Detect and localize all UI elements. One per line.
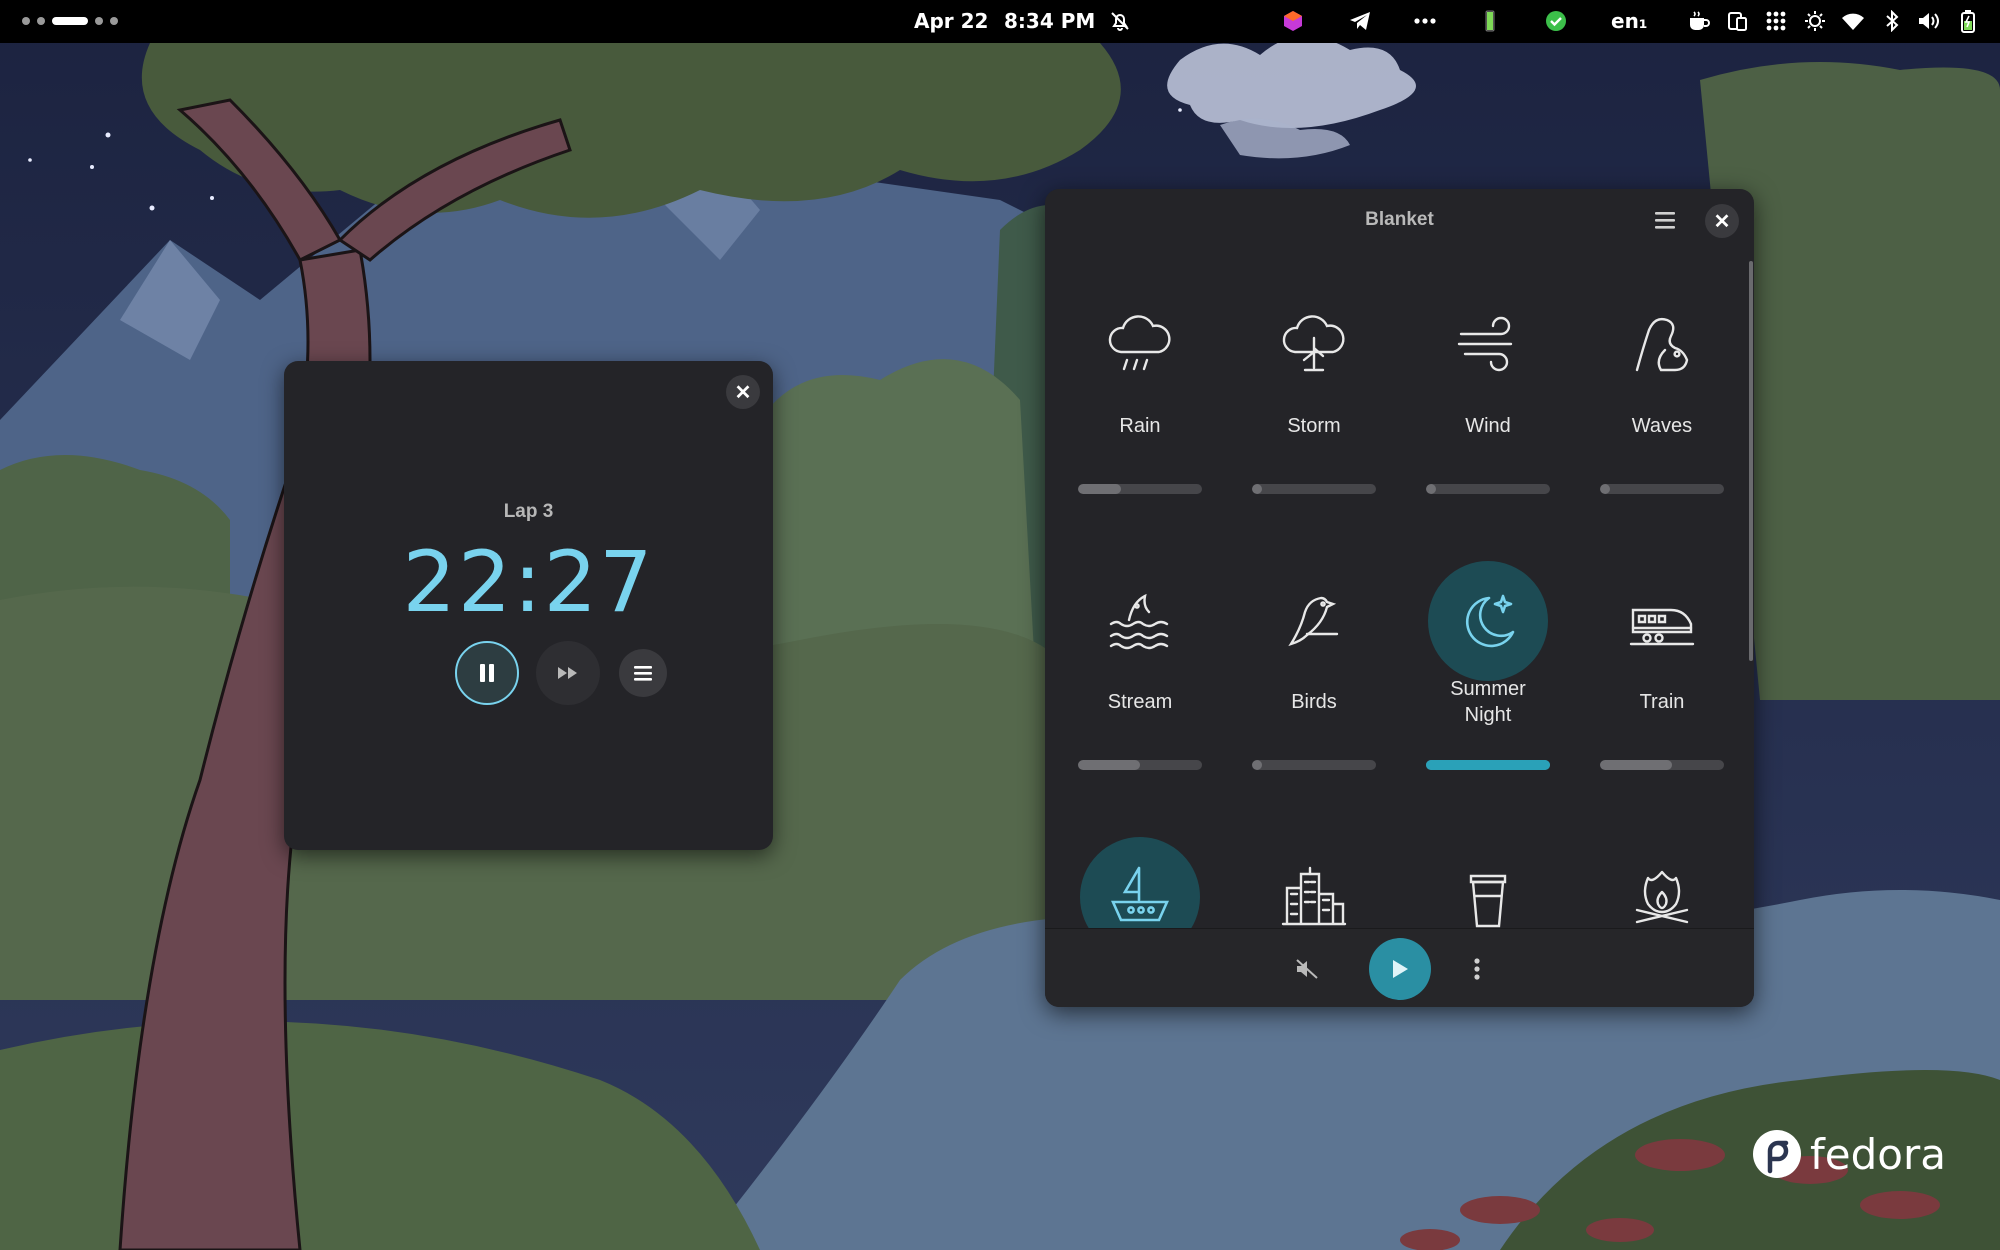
sound-label: Rain xyxy=(1119,415,1161,437)
bluetooth-icon[interactable] xyxy=(1879,8,1905,34)
workspace-dot[interactable] xyxy=(95,17,103,25)
app-grid-icon[interactable] xyxy=(1763,8,1789,34)
check-status-icon[interactable] xyxy=(1543,8,1569,34)
sound-label: Stream xyxy=(1107,691,1173,713)
summer-night-icon[interactable] xyxy=(1428,561,1548,681)
keyboard-layout-label[interactable]: en₁ xyxy=(1611,9,1648,33)
sound-grid: Rain Storm Wind Waves Stream Birds Summe… xyxy=(1045,189,1754,929)
birds-icon[interactable] xyxy=(1254,561,1374,681)
close-icon: ✕ xyxy=(734,381,752,404)
sound-label: Summer Night xyxy=(1450,678,1526,726)
storm-icon[interactable] xyxy=(1254,285,1374,405)
sound-label: Wind xyxy=(1465,415,1511,437)
skip-button[interactable] xyxy=(536,641,600,705)
window-title: Blanket xyxy=(1365,209,1434,230)
volume-muted-icon xyxy=(1296,959,1318,979)
sound-label: Birds xyxy=(1291,691,1337,713)
coffee-shop-icon[interactable] xyxy=(1428,837,1548,929)
pause-icon xyxy=(480,664,494,682)
workspace-dot-active[interactable] xyxy=(52,17,88,25)
fedora-logo: fedora xyxy=(1752,1129,1946,1179)
hamburger-menu-icon xyxy=(634,666,652,681)
waves-icon[interactable] xyxy=(1602,285,1722,405)
caffeine-icon[interactable] xyxy=(1686,8,1712,34)
wifi-icon[interactable] xyxy=(1840,8,1866,34)
mute-button[interactable] xyxy=(1285,947,1329,991)
timer-menu-button[interactable] xyxy=(619,649,667,697)
top-bar: Apr 22 8:34 PM en₁ xyxy=(0,0,2000,43)
city-icon[interactable] xyxy=(1254,837,1374,929)
vertical-dots-icon xyxy=(1474,958,1480,980)
sound-label: Storm xyxy=(1287,415,1341,437)
fedora-icon xyxy=(1753,1130,1801,1178)
scrollbar[interactable] xyxy=(1749,261,1753,661)
date-label[interactable]: Apr 22 xyxy=(914,9,988,33)
main-menu-button[interactable] xyxy=(1653,209,1677,233)
sound-label: Train xyxy=(1639,691,1685,713)
stream-icon[interactable] xyxy=(1080,561,1200,681)
lap-label: Lap 3 xyxy=(503,501,554,522)
volume-slider[interactable] xyxy=(1078,484,1202,494)
workspace-dot[interactable] xyxy=(22,17,30,25)
bottom-toolbar xyxy=(1045,928,1754,1007)
battery-indicator-icon[interactable] xyxy=(1477,8,1503,34)
workspace-dot[interactable] xyxy=(110,17,118,25)
sound-label: Waves xyxy=(1631,415,1693,437)
boat-icon[interactable] xyxy=(1080,837,1200,929)
brightness-icon[interactable] xyxy=(1802,8,1828,34)
pause-button[interactable] xyxy=(455,641,519,705)
volume-slider[interactable] xyxy=(1600,760,1724,770)
phone-connect-icon[interactable] xyxy=(1725,8,1751,34)
time-display: 22:27 xyxy=(402,533,655,631)
play-button[interactable] xyxy=(1369,938,1431,1000)
notifications-off-icon[interactable] xyxy=(1107,8,1133,34)
volume-slider[interactable] xyxy=(1078,760,1202,770)
telegram-icon[interactable] xyxy=(1347,8,1373,34)
battery-charging-icon[interactable] xyxy=(1955,8,1981,34)
volume-slider[interactable] xyxy=(1426,484,1550,494)
volume-icon[interactable] xyxy=(1916,8,1942,34)
wind-icon[interactable] xyxy=(1428,285,1548,405)
train-icon[interactable] xyxy=(1602,561,1722,681)
timer-close-button[interactable]: ✕ xyxy=(726,375,760,409)
more-indicators-icon[interactable] xyxy=(1412,8,1438,34)
app-indicator-icon[interactable] xyxy=(1280,8,1306,34)
fast-forward-icon xyxy=(558,667,577,679)
volume-slider[interactable] xyxy=(1252,760,1376,770)
close-icon: ✕ xyxy=(1713,210,1731,233)
workspace-indicator[interactable] xyxy=(22,17,118,25)
timer-window: ✕ Lap 3 22:27 xyxy=(284,361,773,850)
volume-slider-active[interactable] xyxy=(1426,760,1550,770)
workspace-dot[interactable] xyxy=(37,17,45,25)
blanket-close-button[interactable]: ✕ xyxy=(1705,204,1739,238)
blanket-window: Rain Storm Wind Waves Stream Birds Summe… xyxy=(1045,189,1754,1007)
more-options-button[interactable] xyxy=(1455,947,1499,991)
play-icon xyxy=(1393,960,1408,978)
fedora-wordmark: fedora xyxy=(1810,1129,1946,1179)
hamburger-menu-icon xyxy=(1655,212,1675,229)
volume-slider[interactable] xyxy=(1252,484,1376,494)
time-label[interactable]: 8:34 PM xyxy=(1004,9,1095,33)
rain-icon[interactable] xyxy=(1080,285,1200,405)
fireplace-icon[interactable] xyxy=(1602,837,1722,929)
volume-slider[interactable] xyxy=(1600,484,1724,494)
